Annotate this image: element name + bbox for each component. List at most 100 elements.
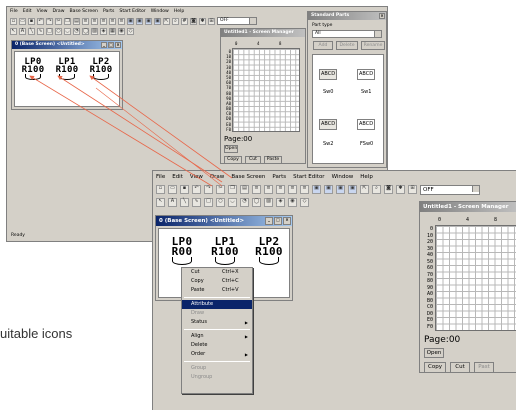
group-icon[interactable]: ▣	[145, 17, 152, 25]
text-tool-icon[interactable]: A	[168, 197, 177, 207]
copy-icon[interactable]: ❐	[228, 185, 237, 194]
menu-file[interactable]: File	[10, 9, 18, 14]
lamp-lp0[interactable]: LP0 R00	[165, 236, 199, 265]
cut-icon[interactable]: ✂	[55, 17, 62, 25]
top-copy-button[interactable]: Copy	[224, 156, 242, 163]
part-item-sw0-icon[interactable]: ABCD	[319, 69, 337, 80]
bring-front-icon[interactable]: ▣	[312, 185, 321, 194]
snap-icon[interactable]: ⊞	[208, 17, 215, 25]
ctx-order[interactable]: Order ▶	[182, 350, 252, 359]
maximize-icon[interactable]: □	[274, 217, 282, 225]
rect-tool-icon[interactable]: □	[46, 27, 53, 35]
close-icon[interactable]: ×	[115, 42, 121, 48]
lamp-lp2[interactable]: LP2 R100	[87, 58, 115, 80]
zoom-icon[interactable]: ⌕	[372, 185, 381, 194]
align-bottom-icon[interactable]: ≡	[118, 17, 125, 25]
ctx-copy[interactable]: Copy Ctrl+C	[182, 277, 252, 286]
lamp-lp0[interactable]: LP0 R100	[19, 58, 47, 80]
line-tool-icon[interactable]: ╲	[28, 27, 35, 35]
align-right-icon[interactable]: ≡	[276, 185, 285, 194]
ellipse-tool-icon[interactable]: ◯	[252, 197, 261, 207]
align-left-icon[interactable]: ≡	[252, 185, 261, 194]
grid-icon[interactable]: #	[181, 17, 188, 25]
select-arrow-icon[interactable]: ↖	[10, 27, 17, 35]
star-icon[interactable]: ✱	[396, 185, 405, 194]
circle-tool-icon[interactable]: ○	[216, 197, 225, 207]
image-tool-icon[interactable]: ▨	[91, 27, 98, 35]
ctx-ungroup[interactable]: Ungroup	[182, 373, 252, 382]
parts-delete-button[interactable]: Delete	[336, 41, 358, 50]
select-arrow-icon[interactable]: ↖	[156, 197, 165, 207]
ctx-group[interactable]: Group	[182, 364, 252, 373]
menu-file[interactable]: File	[156, 174, 165, 180]
parts-rename-button[interactable]: Rename	[361, 41, 385, 50]
part-item-fsw0-icon[interactable]: ABCD	[357, 119, 375, 130]
part-item-sw2-icon[interactable]: ABCD	[319, 119, 337, 130]
lamp-tool-icon[interactable]: ◉	[118, 27, 125, 35]
top-cut-button[interactable]: Cut	[245, 156, 261, 163]
polyline-tool-icon[interactable]: ∿	[37, 27, 44, 35]
pointer-icon[interactable]: ⇱	[163, 17, 170, 25]
group-icon[interactable]: ▣	[336, 185, 345, 194]
bottom-cut-button[interactable]: Cut	[450, 362, 470, 372]
lamp-lp1[interactable]: LP1 R100	[53, 58, 81, 80]
ellipse-tool-icon[interactable]: ◯	[82, 27, 89, 35]
lamp-lp1[interactable]: LP1 R100	[207, 236, 243, 265]
top-screen-grid[interactable]	[232, 48, 300, 132]
menu-edit[interactable]: Edit	[172, 174, 183, 180]
bitmap-tool-icon[interactable]: ▦	[109, 27, 116, 35]
fill-tool-icon[interactable]: ◈	[100, 27, 107, 35]
send-back-icon[interactable]: ▣	[324, 185, 333, 194]
ungroup-icon[interactable]: ▣	[348, 185, 357, 194]
ungroup-icon[interactable]: ▣	[154, 17, 161, 25]
state-combo[interactable]: OFF	[420, 184, 480, 195]
pie-tool-icon[interactable]: ◔	[240, 197, 249, 207]
minimize-icon[interactable]: _	[101, 42, 107, 48]
menu-draw[interactable]: Draw	[53, 9, 65, 14]
align-center-icon[interactable]: ≡	[264, 185, 273, 194]
new-icon[interactable]: ▫	[156, 185, 165, 194]
pointer-icon[interactable]: ⇱	[360, 185, 369, 194]
align-center-icon[interactable]: ≡	[91, 17, 98, 25]
menu-window[interactable]: Window	[332, 174, 354, 180]
lamp-tool-icon[interactable]: ◉	[288, 197, 297, 207]
circle-tool-icon[interactable]: ○	[55, 27, 62, 35]
camera-icon[interactable]: ◙	[384, 185, 393, 194]
align-right-icon[interactable]: ≡	[100, 17, 107, 25]
close-icon[interactable]: ×	[283, 217, 291, 225]
menu-base-screen[interactable]: Base Screen	[231, 174, 265, 180]
state-combo[interactable]: OFF	[217, 17, 257, 25]
bottom-open-button[interactable]: Open	[424, 348, 444, 358]
open-icon[interactable]: ▭	[168, 185, 177, 194]
arc-tool-icon[interactable]: ◡	[64, 27, 71, 35]
rect-tool-icon[interactable]: □	[204, 197, 213, 207]
cut-icon[interactable]: ✂	[216, 185, 225, 194]
menu-parts[interactable]: Parts	[272, 174, 286, 180]
ctx-paste[interactable]: Paste Ctrl+V	[182, 286, 252, 295]
zoom-icon[interactable]: ⌕	[172, 17, 179, 25]
arc-tool-icon[interactable]: ◡	[228, 197, 237, 207]
star-icon[interactable]: ✱	[199, 17, 206, 25]
image-tool-icon[interactable]: ▨	[264, 197, 273, 207]
switch-tool-icon[interactable]: ◇	[300, 197, 309, 207]
fill-tool-icon[interactable]: ◈	[276, 197, 285, 207]
send-back-icon[interactable]: ▣	[136, 17, 143, 25]
ctx-draw[interactable]: Draw	[182, 309, 252, 318]
ctx-cut[interactable]: Cut Ctrl+X	[182, 268, 252, 277]
top-paste-button[interactable]: Paste	[264, 156, 282, 163]
lamp-lp2[interactable]: LP2 R100	[251, 236, 287, 265]
bring-front-icon[interactable]: ▣	[127, 17, 134, 25]
bottom-screen-grid[interactable]	[435, 225, 516, 331]
line-tool-icon[interactable]: ╲	[180, 197, 189, 207]
paste-icon[interactable]: ▤	[240, 185, 249, 194]
menu-start-editor[interactable]: Start Editor	[119, 9, 145, 14]
redo-icon[interactable]: ↷	[46, 17, 53, 25]
minimize-icon[interactable]: _	[265, 217, 273, 225]
bottom-copy-button[interactable]: Copy	[424, 362, 446, 372]
menu-view[interactable]: View	[37, 9, 48, 14]
switch-tool-icon[interactable]: ◇	[127, 27, 134, 35]
align-bottom-icon[interactable]: ≡	[300, 185, 309, 194]
parts-add-button[interactable]: Add	[313, 41, 333, 50]
menu-help[interactable]: Help	[174, 9, 184, 14]
save-icon[interactable]: ▪	[180, 185, 189, 194]
